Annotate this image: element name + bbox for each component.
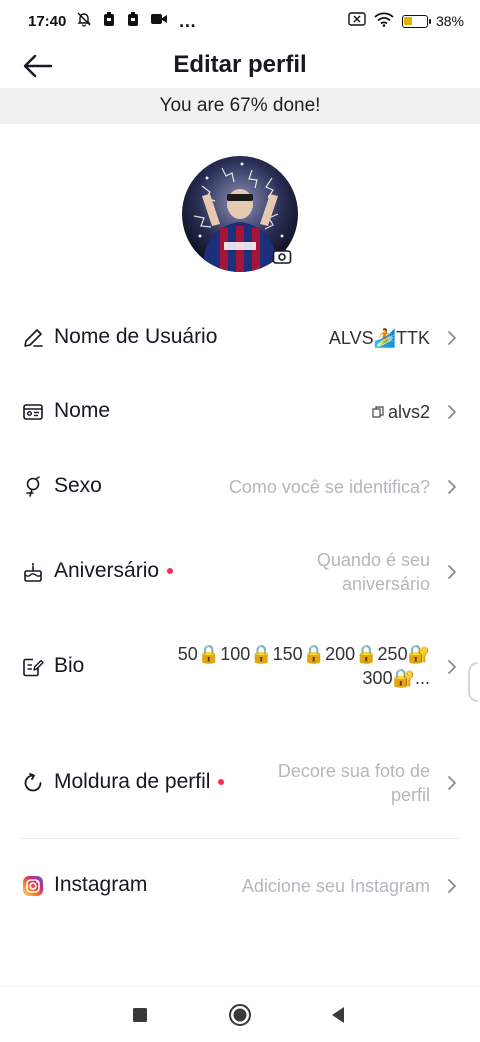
username-value: ALVS🏄TTK	[328, 328, 430, 348]
bio-value: 50🔒100🔒150🔒200🔒250🔐 300🔐...	[178, 642, 430, 690]
name-label: Nome	[54, 399, 111, 422]
status-left: 17:40 …	[28, 11, 197, 32]
notification-icon	[126, 11, 140, 31]
birthday-label-wrap: Aniversário	[54, 559, 174, 583]
back-triangle-icon	[332, 1007, 344, 1023]
chevron-right-icon	[448, 565, 456, 579]
row-gender[interactable]: Sexo Como você se identifica?	[0, 467, 480, 507]
battery-fill	[404, 17, 413, 25]
nav-back-button[interactable]	[324, 1001, 352, 1029]
bio-label: Bio	[54, 654, 85, 677]
home-button[interactable]	[226, 1001, 254, 1029]
bio-value-line2: 300🔐...	[362, 668, 430, 688]
home-circle-icon	[229, 1004, 251, 1026]
frame-label: Moldura de perfil	[54, 770, 211, 793]
progress-text: You are 67% done!	[159, 95, 321, 116]
arrow-left-icon	[23, 54, 53, 78]
frame-value-line2: perfil	[390, 785, 430, 805]
camera-icon[interactable]	[270, 245, 294, 267]
copy-icon	[372, 406, 384, 418]
system-nav-bar	[0, 986, 480, 1042]
instagram-label: Instagram	[54, 873, 148, 896]
birthday-value-line2: aniversário	[341, 574, 430, 594]
birthday-label: Aniversário	[54, 559, 160, 582]
edge-handle[interactable]	[468, 662, 478, 702]
username-label: Nome de Usuário	[54, 325, 218, 348]
name-value: alvs2	[387, 402, 430, 422]
frame-value: Decore sua foto de perfil	[278, 759, 430, 807]
instagram-value: Adicione seu Instagram	[241, 876, 430, 896]
id-card-icon	[22, 401, 44, 423]
status-bar: 17:40 … 38%	[0, 0, 480, 42]
name-value-wrap: alvs2	[372, 400, 430, 424]
notification-icon	[102, 11, 116, 31]
overflow-dots: …	[178, 10, 198, 31]
birthday-value-line1: Quando é seu	[316, 550, 430, 570]
chevron-right-icon	[448, 405, 456, 419]
required-dot	[167, 568, 174, 574]
status-time: 17:40	[28, 12, 67, 30]
divider	[20, 838, 460, 839]
mute-icon	[76, 11, 92, 31]
pencil-icon	[22, 327, 44, 349]
frame-icon	[22, 772, 44, 794]
battery-percent: 38%	[435, 13, 464, 29]
row-username[interactable]: Nome de Usuário ALVS🏄TTK	[0, 318, 480, 358]
cake-icon	[22, 561, 44, 583]
row-name[interactable]: Nome alvs2	[0, 392, 480, 432]
instagram-icon	[22, 875, 44, 897]
recents-button[interactable]	[126, 1001, 154, 1029]
recents-square-icon	[133, 1008, 147, 1022]
chevron-right-icon	[448, 480, 456, 494]
row-profile-frame[interactable]: Moldura de perfil Decore sua foto de per…	[0, 756, 480, 810]
required-dot	[218, 779, 225, 785]
row-birthday[interactable]: Aniversário Quando é seu aniversário	[0, 544, 480, 600]
progress-banner: You are 67% done!	[0, 88, 480, 124]
frame-label-wrap: Moldura de perfil	[54, 770, 225, 794]
chevron-right-icon	[448, 776, 456, 790]
header: Editar perfil	[0, 42, 480, 88]
bio-value-line1: 50🔒100🔒150🔒200🔒250🔐	[177, 644, 430, 664]
gender-label: Sexo	[54, 474, 102, 497]
chevron-right-icon	[448, 660, 456, 674]
status-right: 38%	[348, 12, 464, 31]
video-icon	[150, 12, 168, 30]
chevron-right-icon	[448, 879, 456, 893]
gender-value: Como você se identifica?	[228, 477, 430, 497]
sim-off-icon	[348, 12, 366, 30]
birthday-value: Quando é seu aniversário	[317, 548, 430, 596]
edit-note-icon	[22, 656, 44, 678]
frame-value-line1: Decore sua foto de	[277, 761, 430, 781]
row-bio[interactable]: Bio 50🔒100🔒150🔒200🔒250🔐 300🔐...	[0, 638, 480, 696]
row-instagram[interactable]: Instagram Adicione seu Instagram	[0, 866, 480, 906]
back-button[interactable]	[20, 48, 56, 84]
gender-icon	[22, 476, 44, 498]
page-title: Editar perfil	[173, 51, 307, 78]
battery-icon	[401, 14, 431, 28]
chevron-right-icon	[448, 331, 456, 345]
wifi-icon	[374, 12, 394, 31]
